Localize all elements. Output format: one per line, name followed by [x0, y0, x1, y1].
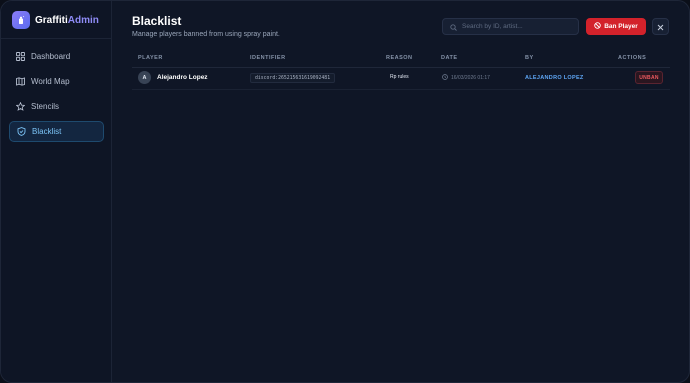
column-header-date: DATE — [441, 55, 458, 61]
player-identifier: discord:265215631619092481 — [250, 73, 336, 83]
ban-player-label: Ban Player — [604, 23, 638, 30]
grid-icon — [16, 52, 25, 61]
column-header-reason: REASON — [386, 55, 413, 61]
ban-reason: Rp rules — [390, 74, 409, 80]
sidebar-item-blacklist[interactable]: Blacklist — [9, 121, 104, 142]
divider — [1, 38, 112, 39]
clock-icon — [442, 74, 448, 82]
player-name: Alejandro Lopez — [157, 74, 208, 81]
sidebar-item-world-map[interactable]: World Map — [9, 71, 104, 92]
shield-icon — [17, 127, 26, 136]
table-row: A Alejandro Lopez discord:26521563161909… — [112, 68, 689, 89]
spray-can-icon — [12, 11, 30, 29]
banned-by-link[interactable]: ALEJANDRO LOPEZ — [525, 75, 584, 81]
column-header-actions: ACTIONS — [618, 55, 647, 61]
ban-icon — [594, 22, 601, 31]
column-header-identifier: IDENTIFIER — [250, 55, 286, 61]
divider — [132, 89, 670, 90]
avatar: A — [138, 71, 151, 84]
sidebar-item-dashboard[interactable]: Dashboard — [9, 46, 104, 67]
map-icon — [16, 77, 25, 86]
sidebar-item-label: Blacklist — [32, 127, 62, 136]
search-box[interactable] — [442, 18, 579, 35]
unban-button[interactable]: UNBAN — [635, 71, 663, 84]
ban-date: 16/03/2026 01:17 — [442, 74, 490, 82]
table-header: PLAYER IDENTIFIER REASON DATE BY ACTIONS — [112, 55, 689, 67]
search-icon — [450, 18, 457, 36]
page-subtitle: Manage players banned from using spray p… — [132, 31, 280, 38]
sidebar-item-label: Dashboard — [31, 52, 71, 61]
sidebar-item-label: Stencils — [31, 102, 60, 111]
close-icon — [657, 18, 664, 36]
column-header-by: BY — [525, 55, 534, 61]
sidebar-item-stencils[interactable]: Stencils — [9, 96, 104, 117]
main-content: Blacklist Manage players banned from usi… — [112, 1, 689, 382]
search-input[interactable] — [462, 23, 572, 30]
brand-name-accent: Admin — [67, 14, 99, 26]
brand: GraffitiAdmin — [12, 10, 99, 30]
brand-name-main: Graffiti — [35, 14, 68, 26]
sidebar: GraffitiAdmin Dashboard World Map Stenci… — [1, 1, 112, 382]
ban-date-text: 16/03/2026 01:17 — [451, 75, 490, 81]
app-window: GraffitiAdmin Dashboard World Map Stenci… — [0, 0, 690, 383]
ban-player-button[interactable]: Ban Player — [586, 18, 646, 35]
star-icon — [16, 102, 25, 111]
page-title: Blacklist — [132, 14, 182, 28]
column-header-player: PLAYER — [138, 55, 163, 61]
close-button[interactable] — [652, 18, 669, 35]
brand-name: GraffitiAdmin — [35, 15, 99, 26]
sidebar-item-label: World Map — [31, 77, 70, 86]
